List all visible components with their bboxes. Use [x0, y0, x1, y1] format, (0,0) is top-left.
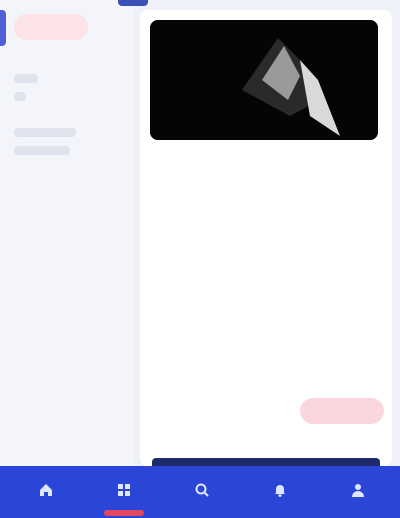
active-tab-indicator [104, 510, 144, 516]
search-icon [195, 483, 209, 497]
nav-item-notifications[interactable] [248, 466, 312, 518]
nav-item-profile[interactable] [326, 466, 390, 518]
detail-row [150, 298, 382, 326]
detail-row [150, 234, 382, 262]
detail-row [150, 202, 382, 230]
user-icon [352, 484, 364, 497]
active-indicator [0, 10, 6, 46]
card-bottom-strip [152, 458, 380, 466]
bottom-navigation [0, 466, 400, 518]
detail-card [140, 10, 392, 466]
grid-icon [118, 484, 130, 496]
nav-item-search[interactable] [170, 466, 234, 518]
top-chip [118, 0, 148, 6]
action-button[interactable] [300, 398, 384, 424]
left-panel [0, 0, 135, 470]
left-placeholder-line [14, 128, 76, 137]
home-icon [40, 484, 52, 496]
bell-icon [275, 485, 285, 497]
left-placeholder-line [14, 146, 70, 155]
brand-pill[interactable] [14, 14, 88, 40]
left-placeholder-line [14, 92, 26, 101]
media-image[interactable] [150, 20, 378, 140]
detail-row [150, 266, 382, 294]
nav-item-grid[interactable] [92, 466, 156, 518]
nav-item-home[interactable] [14, 466, 78, 518]
detail-row [150, 330, 382, 358]
left-placeholder-line [14, 74, 38, 83]
detail-row [150, 358, 382, 386]
media-image-graphic [150, 20, 378, 140]
